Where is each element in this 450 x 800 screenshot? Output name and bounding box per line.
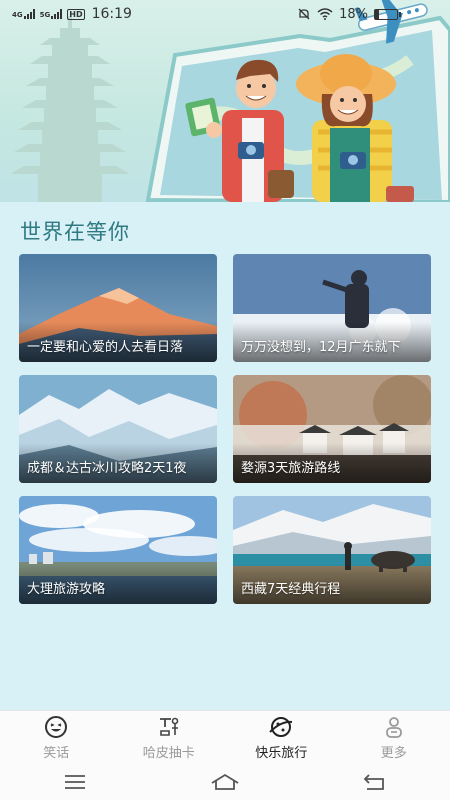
signal-bars-icon — [51, 9, 63, 19]
clock: 16:19 — [91, 6, 132, 22]
hd-badge: HD — [67, 8, 85, 20]
wifi-icon — [317, 8, 333, 20]
card-caption: 一定要和心爱的人去看日落 — [27, 340, 184, 355]
status-right: 18% — [297, 7, 438, 22]
destination-card[interactable]: 大理旅游攻略 — [19, 496, 217, 604]
destination-card[interactable]: 婺源3天旅游路线 — [233, 375, 431, 483]
travelers-illustration — [10, 0, 450, 202]
person-more-icon — [385, 716, 402, 738]
tab-label: 更多 — [380, 745, 407, 761]
tab-happy-travel[interactable]: 快乐旅行 — [225, 711, 338, 764]
back-icon — [363, 774, 384, 790]
bottom-tab-bar: 笑话 哈皮抽卡 快乐旅行 更多 — [0, 710, 450, 764]
signal-1: 4G — [12, 9, 35, 19]
destination-card[interactable]: 西藏7天经典行程 — [233, 496, 431, 604]
menu-button[interactable] — [45, 767, 105, 797]
card-caption: 成都＆达古冰川攻略2天1夜 — [27, 461, 187, 476]
destination-card[interactable]: 一定要和心爱的人去看日落 — [19, 254, 217, 362]
tab-label: 哈皮抽卡 — [142, 745, 195, 761]
section-title: 世界在等你 — [20, 220, 130, 244]
tab-more[interactable]: 更多 — [338, 711, 450, 764]
tab-jokes[interactable]: 笑话 — [0, 711, 113, 764]
network-type-1: 4G — [12, 11, 23, 19]
signal-bars-icon — [23, 9, 35, 19]
travel-planet-icon — [269, 716, 293, 737]
home-button[interactable] — [195, 767, 255, 797]
home-icon — [211, 773, 239, 790]
card-caption: 婺源3天旅游路线 — [241, 461, 341, 476]
tab-label: 快乐旅行 — [255, 745, 308, 761]
card-caption: 西藏7天经典行程 — [241, 582, 341, 597]
status-bar: 4G 5G HD 16:19 18% — [0, 0, 450, 28]
menu-icon — [65, 775, 85, 789]
battery-level — [375, 9, 379, 19]
destination-card[interactable]: 万万没想到，12月广东就下 — [233, 254, 431, 362]
battery-percent: 18% — [339, 6, 368, 22]
pagoda-icon — [10, 16, 130, 202]
system-nav-bar — [0, 764, 450, 800]
back-button[interactable] — [345, 767, 405, 797]
mute-icon — [298, 8, 310, 20]
status-left: 4G 5G HD 16:19 — [12, 6, 132, 22]
destination-card[interactable]: 成都＆达古冰川攻略2天1夜 — [19, 375, 217, 483]
tab-label: 笑话 — [43, 745, 70, 761]
network-type-2: 5G — [39, 11, 51, 19]
card-caption: 大理旅游攻略 — [27, 582, 106, 597]
battery-icon — [374, 8, 401, 20]
signal-2: 5G — [40, 9, 63, 19]
card-caption: 万万没想到，12月广东就下 — [241, 340, 401, 355]
travel-banner — [0, 0, 450, 202]
destination-grid: 一定要和心爱的人去看日落 万万没想到，12月广东就下 成都＆达古冰川攻略2天1夜 — [19, 254, 431, 604]
laugh-face-icon — [45, 715, 68, 738]
tab-card-draw[interactable]: 哈皮抽卡 — [113, 711, 226, 764]
card-draw-icon — [159, 717, 179, 736]
